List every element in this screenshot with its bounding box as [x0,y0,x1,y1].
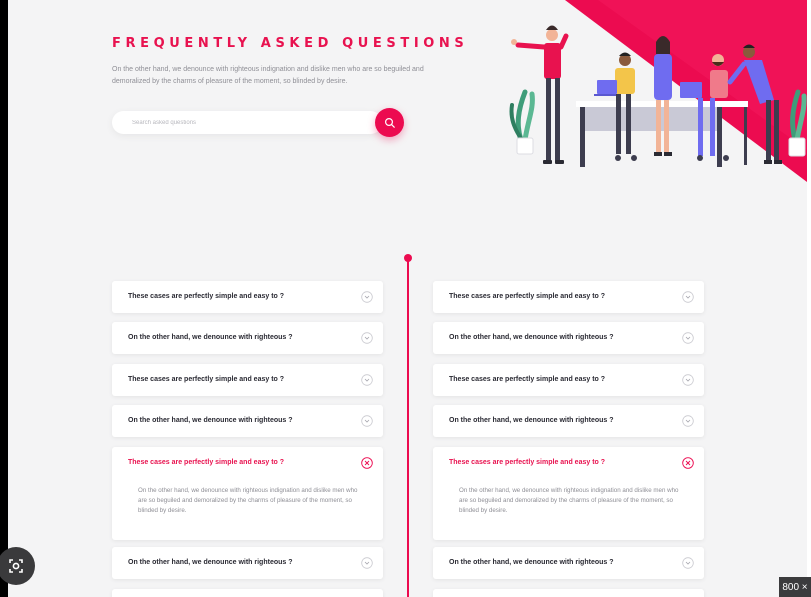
faq-item[interactable]: On the other hand, we denounce with righ… [433,405,704,437]
page-title: FREQUENTLY ASKED QUESTIONS [112,36,469,51]
chevron-down-icon[interactable] [682,291,694,303]
faq-question: On the other hand, we denounce with righ… [128,334,293,341]
faq-question: These cases are perfectly simple and eas… [128,293,285,300]
close-icon[interactable] [682,457,694,469]
faq-item[interactable]: These cases are perfectly simple and eas… [112,364,383,396]
page-description: On the other hand, we denounce with righ… [112,66,424,85]
faq-item[interactable]: These cases are perfectly simple and eas… [433,281,704,313]
faq-item-expanded[interactable]: These cases are perfectly simple and eas… [112,447,383,540]
faq-item[interactable]: These cases are perfectly simple and eas… [433,364,704,396]
search-button[interactable] [375,108,404,137]
faq-item-expanded[interactable]: These cases are perfectly simple and eas… [433,447,704,540]
chevron-down-icon[interactable] [361,415,373,427]
faq-question: These cases are perfectly simple and eas… [449,293,606,300]
faq-item[interactable]: These cases are perfectly simple and eas… [112,281,383,313]
woman-figure [654,36,672,156]
faq-question: On the other hand, we denounce with righ… [449,334,614,341]
chevron-down-icon[interactable] [682,374,694,386]
faq-item[interactable]: On the other hand, we denounce with righ… [433,322,704,354]
size-badge: 800 × [779,577,811,597]
faq-question: These cases are perfectly simple and eas… [449,459,606,466]
timeline-dot [404,254,412,262]
timeline-line [407,258,409,597]
faq-item[interactable]: On the other hand, we denounce with righ… [433,547,704,579]
chevron-down-icon[interactable] [682,332,694,344]
chevron-down-icon[interactable] [361,557,373,569]
faq-question: On the other hand, we denounce with righ… [449,417,614,424]
laptop-icon [680,82,702,98]
chevron-down-icon[interactable] [361,291,373,303]
chevron-down-icon[interactable] [361,332,373,344]
lens-icon [9,559,23,573]
faq-question: On the other hand, we denounce with righ… [128,417,293,424]
faq-item-partial[interactable] [433,589,704,597]
left-plant-icon [509,89,535,155]
faq-answer: On the other hand, we denounce with righ… [459,487,679,514]
faq-page: FREQUENTLY ASKED QUESTIONS On the other … [8,0,807,597]
search-input[interactable] [112,111,382,135]
faq-answer: On the other hand, we denounce with righ… [138,487,358,514]
faq-question: On the other hand, we denounce with righ… [449,559,614,566]
left-edge-strip [0,0,8,597]
faq-question: These cases are perfectly simple and eas… [128,376,285,383]
right-edge-strip [807,0,811,597]
faq-item[interactable]: On the other hand, we denounce with righ… [112,547,383,579]
faq-item[interactable]: On the other hand, we denounce with righ… [112,322,383,354]
chevron-down-icon[interactable] [682,415,694,427]
faq-question: These cases are perfectly simple and eas… [449,376,606,383]
faq-item[interactable]: On the other hand, we denounce with righ… [112,405,383,437]
search-icon [384,117,395,128]
faq-item-partial[interactable] [112,589,383,597]
chevron-down-icon[interactable] [682,557,694,569]
team-illustration [509,0,807,182]
close-icon[interactable] [361,457,373,469]
search-bar [112,111,382,135]
faq-question: On the other hand, we denounce with righ… [128,559,293,566]
faq-question: These cases are perfectly simple and eas… [128,459,285,466]
chevron-down-icon[interactable] [361,374,373,386]
